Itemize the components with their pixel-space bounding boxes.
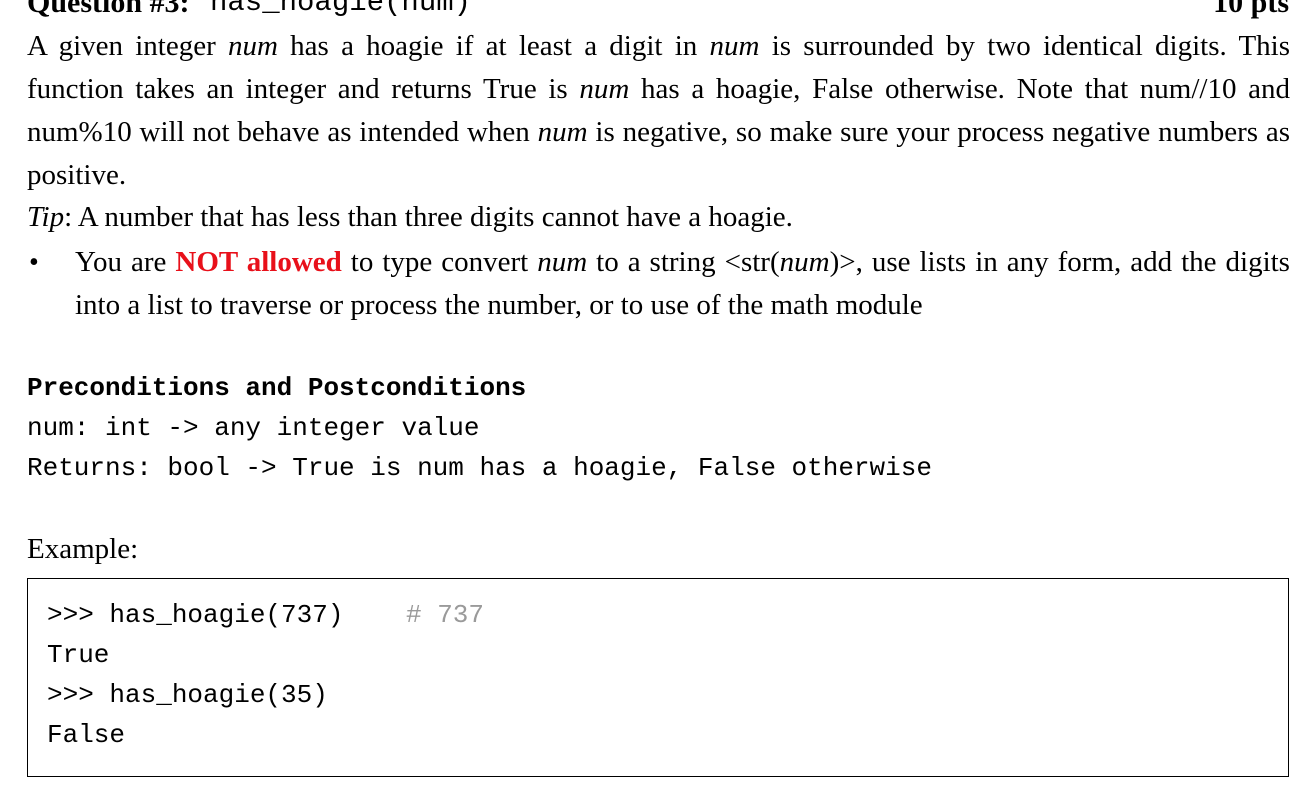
points-label: 10 pts (1213, 0, 1289, 19)
text: You are (75, 246, 176, 278)
precondition-line: num: int -> any integer value (27, 413, 480, 443)
code-comment: # 737 (406, 600, 485, 630)
code-line: >>> has_hoagie(35) (47, 680, 328, 710)
postcondition-line: Returns: bool -> True is num has a hoagi… (27, 453, 932, 483)
description-paragraph: A given integer num has a hoagie if at l… (27, 25, 1290, 197)
example-label: Example: (27, 533, 139, 565)
num-italic: num (537, 246, 588, 278)
num-italic: num (579, 73, 630, 105)
not-allowed-emphasis: NOT allowed (175, 246, 342, 278)
code-line: False (47, 720, 126, 750)
restriction-bullet: You are NOT allowed to type convert num … (75, 241, 1290, 327)
function-signature: has_hoagie(num) (210, 0, 472, 19)
code-line: >>> has_hoagie(737) (47, 600, 344, 630)
text: to type convert (341, 246, 538, 278)
num-italic: num (537, 116, 588, 148)
code-line: True (47, 640, 110, 670)
bullet-icon: • (29, 247, 39, 278)
tip-label: Tip (27, 201, 65, 233)
example-code-box: >>> has_hoagie(737) # 737 True >>> has_h… (27, 578, 1289, 777)
text: to a string <str( (587, 246, 780, 278)
tip-text: : A number that has less than three digi… (64, 201, 793, 233)
num-italic: num (709, 30, 760, 62)
num-italic: num (779, 246, 830, 278)
text: has a hoagie if at least a digit in (277, 30, 710, 62)
question-label: Question #3: (27, 0, 190, 19)
text: A given integer (27, 30, 228, 62)
question-header: Question #3: has_hoagie(num) 10 pts (27, 0, 1289, 20)
tip-line: Tip: A number that has less than three d… (27, 196, 793, 239)
num-italic: num (228, 30, 278, 62)
conditions-title: Preconditions and Postconditions (27, 373, 527, 403)
